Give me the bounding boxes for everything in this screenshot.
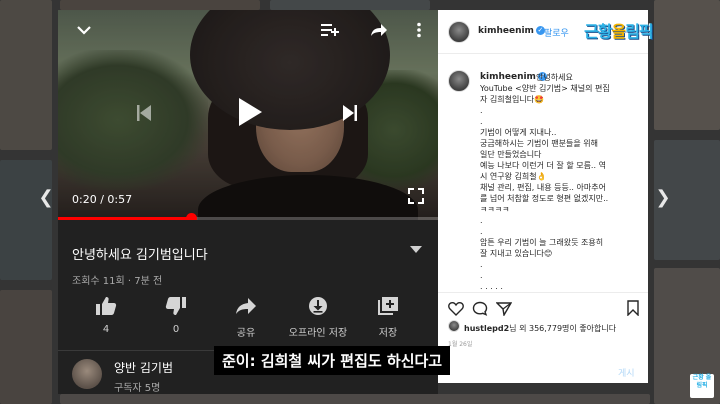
add-to-queue-icon[interactable]: [320, 22, 340, 38]
next-arrow-icon[interactable]: ❯: [655, 186, 671, 210]
caption-line: 자 김희철입니다🤩: [480, 95, 545, 104]
caption-line: 잘 지내고 있습니다😊: [480, 249, 553, 258]
caption-line: .: [480, 271, 483, 280]
more-options-icon[interactable]: [416, 22, 422, 38]
header-username-text[interactable]: kimheenim: [478, 26, 534, 36]
caption-line: 를 넘어 처참할 정도로 형편 없겠지만..: [480, 194, 609, 203]
liker-avatar[interactable]: [448, 320, 460, 332]
instagram-post-panel: kimheenim ✓ 팔로우 kimheenim ✓ 안녕하세요 YouTube …: [438, 10, 648, 383]
share-button[interactable]: 공유: [206, 296, 286, 339]
post-comment-button[interactable]: 게시: [618, 366, 635, 379]
progress-thumb[interactable]: [186, 213, 197, 220]
follow-button[interactable]: 팔로우: [544, 26, 569, 39]
time-total: 0:57: [107, 193, 133, 206]
caption-line: . . . . .: [480, 282, 503, 291]
dislike-button[interactable]: 0: [136, 296, 216, 335]
play-icon[interactable]: [236, 96, 264, 128]
previous-arrow-icon[interactable]: ❮: [38, 186, 54, 210]
expand-description-icon[interactable]: [410, 246, 422, 253]
program-logo: 근황올림픽: [584, 18, 692, 50]
time-separator: /: [96, 193, 108, 206]
thumbs-down-icon: [165, 297, 186, 315]
caption-line: .: [480, 106, 483, 115]
video-meta: 조회수 11회 · 7분 전: [72, 276, 163, 287]
logo-text-3: 림픽: [625, 22, 653, 41]
caption-line: .: [480, 260, 483, 269]
video-title: 안녕하세요 김기범입니다: [72, 248, 208, 263]
liker-username[interactable]: hustlepd2: [464, 324, 509, 333]
dislike-count: 0: [172, 324, 180, 335]
caption-line: ㅋㅋㅋㅋ: [480, 205, 510, 214]
post-caption: 안녕하세요 YouTube <양반 김기범> 채널의 편집 자 김희철입니다🤩 …: [480, 72, 640, 292]
subtitle-caption: 준이: 김희철 씨가 편집도 하신다고: [214, 346, 451, 375]
caption-line: .: [480, 117, 483, 126]
previous-video-icon[interactable]: [136, 104, 152, 122]
likes-text: 님 외 356,779명이 좋아합니다: [509, 324, 617, 333]
caption-line: 안녕하세요: [536, 73, 573, 82]
direct-message-icon[interactable]: [496, 301, 512, 316]
channel-avatar[interactable]: [72, 359, 102, 389]
post-date: 1월 26일: [448, 341, 473, 348]
action-bar: 4 0 공유 오프라인 저장 저장: [58, 296, 438, 346]
share-icon: [236, 298, 256, 314]
logo-text-1: 근황: [584, 22, 612, 41]
bookmark-icon[interactable]: [626, 300, 640, 316]
fullscreen-icon[interactable]: [408, 188, 424, 204]
save-button[interactable]: 저장: [348, 296, 428, 339]
save-label: 저장: [378, 328, 398, 339]
logo-text-2: 올: [611, 22, 626, 41]
channel-name[interactable]: 양반 김기범: [114, 359, 173, 376]
share-icon[interactable]: [370, 23, 388, 37]
save-to-playlist-icon: [378, 297, 398, 315]
watermark-logo: 근황 올림픽: [690, 374, 714, 398]
caption-line: 기범이 어떻게 지내나..: [480, 128, 557, 137]
profile-avatar[interactable]: [448, 21, 470, 43]
comment-icon[interactable]: [472, 301, 488, 316]
caption-line: 시 연구왕 김희철👌: [480, 172, 547, 181]
time-display: 0:20 / 0:57: [72, 193, 132, 206]
download-label: 오프라인 저장: [288, 328, 348, 339]
caption-line: YouTube <양반 김기범> 채널의 편집: [480, 84, 610, 93]
header-username[interactable]: kimheenim ✓: [478, 26, 545, 36]
caption-line: 일단 만들었습니다: [480, 150, 542, 159]
caption-line: 궁금해하시는 기범이 팬분들을 위해: [480, 139, 599, 148]
post-actions: hustlepd2님 외 356,779명이 좋아합니다 1월 26일 게시: [438, 292, 648, 383]
like-button[interactable]: 4: [66, 296, 146, 335]
caption-avatar[interactable]: [448, 70, 470, 92]
likes-summary: hustlepd2님 외 356,779명이 좋아합니다: [464, 323, 616, 334]
next-video-icon[interactable]: [342, 104, 358, 122]
caption-line: 암튼 우리 기범이 늘 그래왔듯 조용히: [480, 238, 604, 247]
download-button[interactable]: 오프라인 저장: [278, 296, 358, 339]
video-frame[interactable]: 0:20 / 0:57: [58, 10, 438, 220]
channel-subscribers: 구독자 5명: [114, 383, 161, 394]
download-icon: [309, 297, 327, 315]
caption-line: .: [480, 216, 483, 225]
caption-line: .: [480, 227, 483, 236]
share-label: 공유: [236, 328, 256, 339]
youtube-player-panel: 0:20 / 0:57 안녕하세요 김기범입니다 조회수 11회 · 7분 전 …: [58, 10, 438, 394]
like-count: 4: [102, 324, 110, 335]
collapse-chevron-icon[interactable]: [76, 24, 92, 36]
caption-line: 예능 나보다 이런거 더 잘 할 모름.. 역: [480, 161, 606, 170]
time-current: 0:20: [72, 193, 97, 206]
heart-icon[interactable]: [448, 301, 464, 316]
caption-line: 채널 관리, 편집, 내용 등등.. 아마추어: [480, 183, 606, 192]
thumbs-up-icon: [96, 297, 117, 315]
